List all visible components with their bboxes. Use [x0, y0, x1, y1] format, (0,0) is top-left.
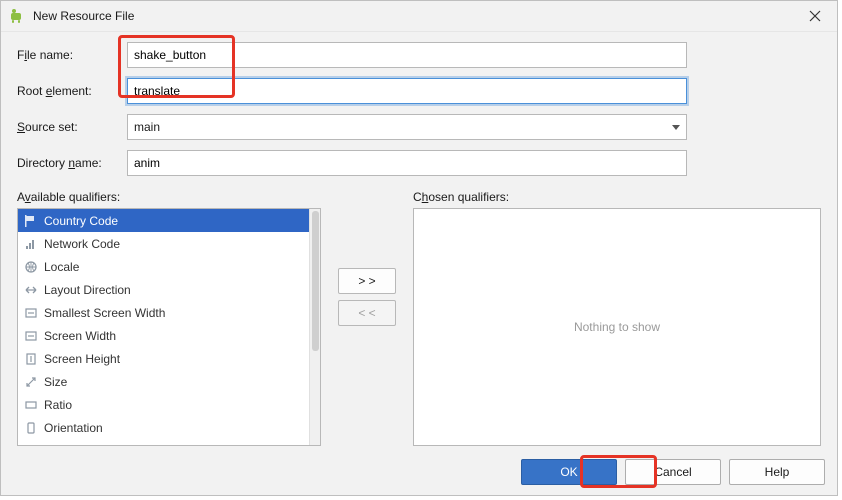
close-button[interactable]	[801, 6, 829, 26]
chosen-empty-text: Nothing to show	[574, 320, 660, 334]
harrows-icon	[24, 283, 38, 297]
available-qualifier-item[interactable]: Screen Width	[18, 324, 320, 347]
dialog-button-bar: OK Cancel Help	[521, 459, 825, 485]
available-qualifier-item[interactable]: Country Code	[18, 209, 320, 232]
root-element-row: Root element:	[17, 78, 821, 104]
ratio-icon	[24, 398, 38, 412]
chevron-down-icon	[672, 125, 680, 130]
available-qualifier-item[interactable]: Locale	[18, 255, 320, 278]
root-element-input[interactable]	[127, 78, 687, 104]
available-qualifier-text: Network Code	[44, 237, 120, 251]
ok-button[interactable]: OK	[521, 459, 617, 485]
add-qualifier-button[interactable]: > >	[338, 268, 396, 294]
scrollbar[interactable]	[309, 209, 320, 445]
size-icon	[24, 375, 38, 389]
window-title: New Resource File	[33, 9, 134, 23]
directory-name-label: Directory name:	[17, 156, 127, 170]
source-set-label: Source set:	[17, 120, 127, 134]
swidth-icon	[24, 329, 38, 343]
available-qualifier-text: Ratio	[44, 398, 72, 412]
available-qualifier-text: Screen Width	[44, 329, 116, 343]
sheight-icon	[24, 352, 38, 366]
root-element-label: Root element:	[17, 84, 127, 98]
remove-qualifier-button: < <	[338, 300, 396, 326]
uimode-icon	[24, 444, 38, 446]
file-name-row: File name:	[17, 42, 821, 68]
available-qualifier-text: Locale	[44, 260, 79, 274]
file-name-label: File name:	[17, 48, 127, 62]
swidth-icon	[24, 306, 38, 320]
flag-icon	[24, 214, 38, 228]
available-qualifier-item[interactable]: Orientation	[18, 416, 320, 439]
globe-icon	[24, 260, 38, 274]
dialog-window: New Resource File File name: Root elemen…	[0, 0, 838, 496]
chosen-qualifiers-list[interactable]: Nothing to show	[413, 208, 821, 446]
available-qualifier-item[interactable]: Screen Height	[18, 347, 320, 370]
android-studio-icon	[9, 8, 25, 24]
chosen-qualifiers-label: Chosen qualifiers:	[413, 190, 821, 204]
available-qualifier-text: Layout Direction	[44, 283, 131, 297]
help-button[interactable]: Help	[729, 459, 825, 485]
source-set-row: Source set: main	[17, 114, 821, 140]
orient-icon	[24, 421, 38, 435]
source-set-select[interactable]: main	[127, 114, 687, 140]
available-qualifier-item[interactable]: Size	[18, 370, 320, 393]
cancel-button[interactable]: Cancel	[625, 459, 721, 485]
file-name-input[interactable]	[127, 42, 687, 68]
signal-icon	[24, 237, 38, 251]
available-qualifiers-label: Available qualifiers:	[17, 190, 321, 204]
titlebar: New Resource File	[1, 1, 837, 32]
available-qualifier-text: Screen Height	[44, 352, 120, 366]
available-qualifier-item[interactable]: Network Code	[18, 232, 320, 255]
directory-name-input[interactable]	[127, 150, 687, 176]
available-qualifier-item[interactable]: Ratio	[18, 393, 320, 416]
available-qualifier-item[interactable]: Layout Direction	[18, 278, 320, 301]
source-set-value: main	[134, 120, 160, 134]
available-qualifier-text: Country Code	[44, 214, 118, 228]
available-qualifiers-list[interactable]: Country Code Network Code Locale Layout Dir…	[17, 208, 321, 446]
available-qualifier-text: Orientation	[44, 421, 103, 435]
qualifiers-section: Available qualifiers: Country Code Networ…	[17, 186, 821, 446]
available-qualifier-text: Smallest Screen Width	[44, 306, 165, 320]
available-qualifier-item[interactable]: Smallest Screen Width	[18, 301, 320, 324]
available-qualifier-text: Size	[44, 375, 67, 389]
available-qualifier-item[interactable]: UI Mode	[18, 439, 320, 445]
available-qualifier-text: UI Mode	[44, 444, 89, 446]
directory-name-row: Directory name:	[17, 150, 821, 176]
